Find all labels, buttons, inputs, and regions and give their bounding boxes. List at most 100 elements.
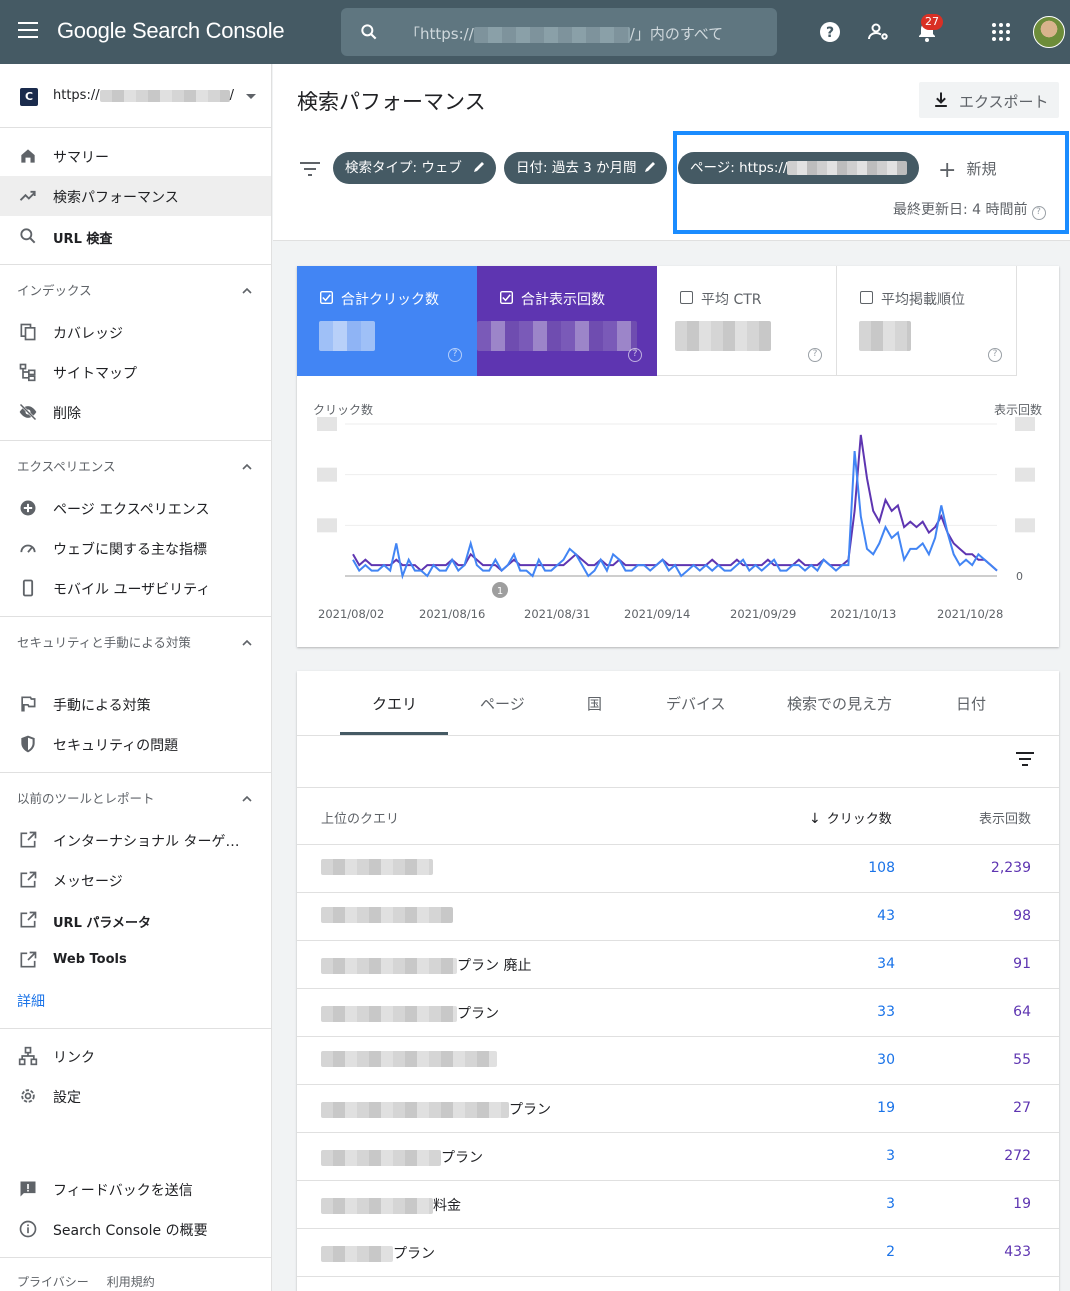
row-impressions: 98	[1013, 908, 1031, 924]
section-header-legacy[interactable]: 以前のツールとレポート	[0, 789, 271, 809]
user-settings-icon[interactable]	[867, 20, 891, 44]
tab-dates[interactable]: 日付	[956, 693, 986, 714]
checkbox-unchecked-icon[interactable]	[860, 291, 873, 304]
edit-pencil-icon[interactable]	[643, 160, 657, 174]
help-icon[interactable]: ?	[808, 348, 822, 362]
sidebar-item-web-tools[interactable]: Web Tools	[0, 940, 271, 980]
speed-gauge-icon	[20, 544, 36, 553]
sidebar-item-international-targeting[interactable]: インターナショナル ターゲ…	[0, 820, 271, 860]
filter-list-icon[interactable]	[300, 161, 320, 177]
sidebar-item-settings[interactable]: 設定	[0, 1076, 271, 1116]
property-selector[interactable]: C https:///	[0, 64, 271, 128]
sidebar-item-sitemaps[interactable]: サイトマップ	[0, 352, 271, 392]
checkbox-checked-icon[interactable]	[500, 291, 513, 304]
app-title[interactable]: Google Search Console	[57, 18, 285, 44]
sidebar-item-manual-actions[interactable]: 手動による対策	[0, 684, 271, 724]
table-row[interactable]: プラン 廃止 34 91	[297, 941, 1059, 989]
export-button[interactable]: エクスポート	[919, 82, 1059, 118]
table-row[interactable]: プラン 2 433	[297, 1229, 1059, 1277]
help-icon[interactable]: ?	[988, 348, 1002, 362]
privacy-link[interactable]: プライバシー	[17, 1275, 89, 1289]
menu-icon[interactable]	[18, 22, 38, 40]
row-query	[321, 907, 453, 923]
sidebar-item-mobile-usability[interactable]: モバイル ユーザビリティ	[0, 568, 271, 608]
sidebar-item-url-inspection[interactable]: URL 検査	[0, 216, 271, 256]
more-link[interactable]: 詳細	[17, 991, 45, 1011]
sidebar-item-summary[interactable]: サマリー	[0, 136, 271, 176]
table-row[interactable]: 108 2,239	[297, 845, 1059, 893]
x-tick-label: 2021/10/28	[937, 607, 1004, 621]
chevron-up-icon	[242, 795, 252, 802]
apps-grid-icon[interactable]	[989, 20, 1013, 44]
row-clicks: 43	[877, 908, 895, 924]
column-header-impressions[interactable]: 表示回数	[979, 808, 1031, 827]
tab-devices[interactable]: デバイス	[666, 693, 726, 714]
sidebar-item-messages[interactable]: メッセージ	[0, 860, 271, 900]
help-icon[interactable]: ?	[448, 348, 462, 362]
checkbox-unchecked-icon[interactable]	[680, 291, 693, 304]
sidebar-item-security-issues[interactable]: セキュリティの問題	[0, 724, 271, 764]
metric-total-clicks[interactable]: 合計クリック数 ?	[297, 266, 477, 376]
section-header-index[interactable]: インデックス	[0, 281, 271, 301]
table-row[interactable]: プラン 3 272	[297, 1133, 1059, 1181]
table-row[interactable]: プラン 33 64	[297, 989, 1059, 1037]
metric-average-ctr[interactable]: 平均 CTR ?	[657, 266, 837, 376]
sidebar-item-feedback[interactable]: フィードバックを送信	[0, 1169, 271, 1209]
trending-up-icon	[19, 190, 36, 201]
section-header-experience[interactable]: エクスペリエンス	[0, 457, 271, 477]
filter-list-icon[interactable]	[1016, 752, 1034, 766]
tab-countries[interactable]: 国	[587, 693, 602, 714]
row-impressions: 272	[1004, 1148, 1031, 1164]
sidebar-item-label: サイトマップ	[53, 366, 137, 382]
property-url: https:///	[53, 88, 234, 103]
account-avatar[interactable]	[1033, 16, 1065, 48]
open-in-new-icon	[20, 951, 37, 968]
redacted-text	[321, 1246, 393, 1262]
search-placeholder: 「https:///」内のすべて	[405, 25, 724, 43]
sidebar-item-about[interactable]: Search Console の概要	[0, 1209, 271, 1249]
links-tree-icon	[18, 1046, 38, 1066]
filter-chip-search-type[interactable]: 検索タイプ: ウェブ	[333, 152, 496, 184]
sidebar-item-core-web-vitals[interactable]: ウェブに関する主な指標	[0, 528, 271, 568]
sidebar-item-label: サマリー	[53, 150, 109, 166]
sidebar-item-label: Web Tools	[53, 952, 127, 967]
terms-link[interactable]: 利用規約	[107, 1275, 155, 1289]
sidebar-item-label: モバイル ユーザビリティ	[53, 582, 211, 598]
table-row[interactable]: 43 98	[297, 893, 1059, 941]
file-copy-icon	[20, 323, 36, 341]
column-header-clicks[interactable]: ↓ クリック数	[809, 808, 892, 827]
sidebar-item-coverage[interactable]: カバレッジ	[0, 312, 271, 352]
metric-total-impressions[interactable]: 合計表示回数 ?	[477, 266, 657, 376]
row-query	[321, 1051, 497, 1067]
table-row[interactable]: 30 55	[297, 1037, 1059, 1085]
sidebar-item-url-parameters[interactable]: URL パラメータ	[0, 900, 271, 940]
section-header-security[interactable]: セキュリティと手動による対策	[0, 633, 271, 673]
open-in-new-icon	[20, 871, 37, 888]
chevron-up-icon	[242, 287, 252, 294]
filter-chip-date[interactable]: 日付: 過去 3 か月間	[504, 152, 667, 184]
tab-pages[interactable]: ページ	[480, 693, 525, 714]
table-row[interactable]: プラン 19 27	[297, 1085, 1059, 1133]
tab-search-appearance[interactable]: 検索での見え方	[787, 693, 892, 714]
tab-query[interactable]: クエリ	[372, 693, 417, 714]
redacted-text	[321, 1198, 433, 1214]
url-inspect-search[interactable]: 「https:///」内のすべて	[341, 8, 777, 56]
redacted-tick-label	[1015, 518, 1035, 533]
edit-pencil-icon[interactable]	[472, 160, 486, 174]
sidebar-item-links[interactable]: リンク	[0, 1036, 271, 1076]
sidebar-item-label: 検索パフォーマンス	[53, 190, 179, 206]
table-row[interactable]: 料金 3 19	[297, 1181, 1059, 1229]
help-icon[interactable]: ?	[628, 348, 642, 362]
metric-average-position[interactable]: 平均掲載順位 ?	[837, 266, 1017, 376]
sidebar-item-page-experience[interactable]: ページ エクスペリエンス	[0, 488, 271, 528]
help-icon[interactable]: ?	[818, 20, 842, 44]
sidebar-item-removals[interactable]: 削除	[0, 392, 271, 432]
row-impressions: 19	[1013, 1196, 1031, 1212]
redacted-text	[321, 1102, 509, 1118]
section-label: エクスペリエンス	[17, 459, 116, 474]
sidebar-item-label: フィードバックを送信	[53, 1183, 193, 1199]
divider	[0, 440, 271, 441]
sidebar-item-performance[interactable]: 検索パフォーマンス	[0, 176, 271, 216]
checkbox-checked-icon[interactable]	[320, 291, 333, 304]
line-chart[interactable]: 01	[297, 406, 1059, 606]
